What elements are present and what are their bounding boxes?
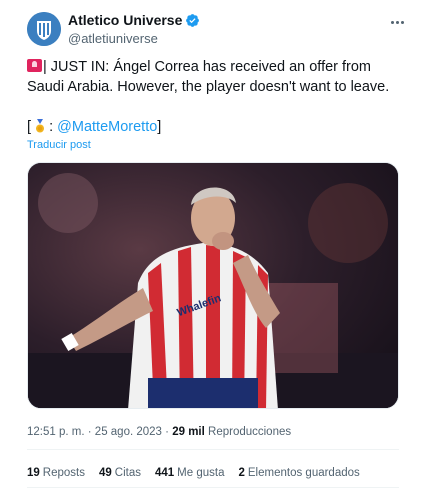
quotes-label: Citas	[114, 467, 141, 479]
likes-count: 441	[154, 467, 175, 479]
reposts-count: 19	[27, 467, 40, 479]
credit-separator: :	[49, 119, 54, 135]
author-names: Atletico Universe @atletiuniverse	[68, 12, 200, 47]
engagement-stats: 19 Reposts 49 Citas 441 Me gusta 2 Elementos…	[27, 465, 360, 481]
credit-close-bracket: ]	[157, 119, 162, 135]
tweet-meta: 12:51 p. m. · 25 ago. 2023 · 29 mil Repr…	[27, 424, 291, 440]
photo-image: Whalefin	[28, 163, 398, 408]
tweet-photo[interactable]: Whalefin	[27, 162, 399, 409]
likes-stat[interactable]: 441 Me gusta	[155, 465, 225, 481]
quotes-count: 49	[98, 467, 112, 479]
reposts-label: Reposts	[42, 467, 85, 479]
tweet-time[interactable]: 12:51 p. m.	[27, 426, 85, 438]
reposts-stat[interactable]: 19 Reposts	[27, 465, 85, 481]
tweet-text-content: | JUST IN: Ángel Correa has received an …	[27, 59, 390, 95]
credit-open-bracket: [	[27, 119, 32, 135]
avatar[interactable]	[27, 12, 61, 46]
credit-mention-link[interactable]: @MatteMoretto	[57, 119, 157, 135]
views-label: Reproducciones	[208, 426, 292, 438]
more-options-icon[interactable]	[387, 15, 407, 29]
views-count: 29 mil	[172, 426, 205, 438]
quotes-stat[interactable]: 49 Citas	[99, 465, 141, 481]
verified-badge-icon	[185, 13, 200, 28]
tweet-text: | JUST IN: Ángel Correa has received an …	[27, 57, 407, 97]
siren-emoji-icon	[27, 59, 42, 72]
display-name-text[interactable]: Atletico Universe	[68, 12, 182, 29]
medal-emoji-icon	[35, 119, 45, 133]
tweet-header: Atletico Universe @atletiuniverse	[27, 12, 407, 48]
divider-top	[27, 449, 399, 450]
translate-post-link[interactable]: Traducir post	[27, 139, 91, 151]
bookmarks-label: Elementos guardados	[247, 467, 360, 479]
divider-bottom	[27, 487, 399, 488]
author-display-name[interactable]: Atletico Universe	[68, 12, 200, 29]
bookmarks-count: 2	[238, 467, 245, 479]
tweet-card: Atletico Universe @atletiuniverse | JUST…	[0, 0, 423, 499]
likes-label: Me gusta	[177, 467, 225, 479]
meta-separator-2: ·	[165, 426, 169, 438]
tweet-credit: [ : @MatteMoretto]	[27, 117, 161, 137]
tweet-date[interactable]: 25 ago. 2023	[95, 426, 162, 438]
author-handle[interactable]: @atletiuniverse	[68, 30, 200, 47]
meta-separator: ·	[87, 426, 92, 438]
bookmarks-stat[interactable]: 2 Elementos guardados	[238, 465, 359, 481]
